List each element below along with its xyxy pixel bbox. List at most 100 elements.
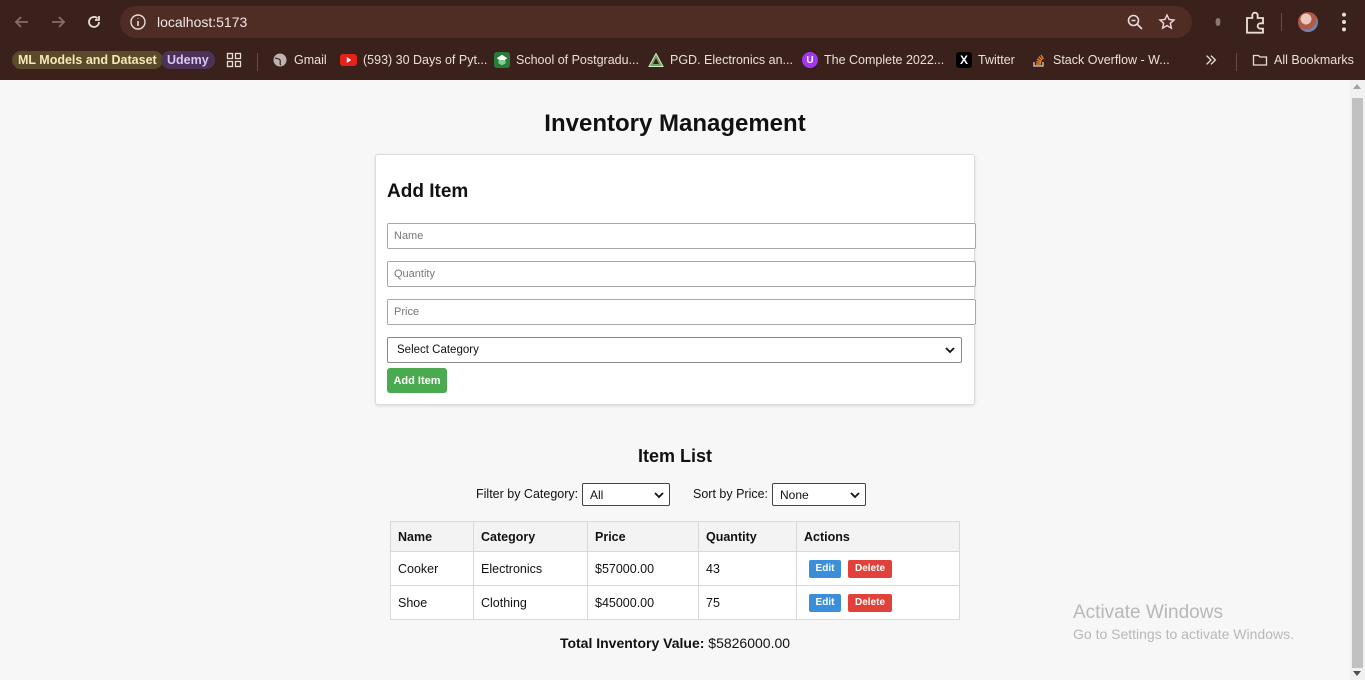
- browser-menu-button[interactable]: [1332, 10, 1356, 34]
- delete-button[interactable]: Delete: [848, 559, 892, 578]
- column-header-actions: Actions: [796, 521, 960, 552]
- price-input[interactable]: [387, 299, 976, 325]
- back-button[interactable]: [10, 10, 34, 34]
- arrow-left-icon: [14, 16, 28, 28]
- delete-button[interactable]: Delete: [848, 593, 892, 612]
- bookmark-school[interactable]: School of Postgradu...: [494, 49, 639, 71]
- cell-name: Shoe: [390, 585, 474, 620]
- bookmark-complete-2022[interactable]: U The Complete 2022...: [802, 49, 944, 71]
- cell-actions: Edit Delete: [796, 585, 960, 620]
- bookmark-label: ML Models and Dataset: [12, 51, 163, 69]
- profile-avatar[interactable]: [1298, 12, 1318, 32]
- edit-button[interactable]: Edit: [809, 593, 841, 612]
- cell-name: Cooker: [390, 551, 474, 586]
- site-info-icon[interactable]: [129, 13, 147, 31]
- column-header-name: Name: [390, 521, 474, 552]
- bookmark-pgd[interactable]: PGD. Electronics an...: [648, 49, 793, 71]
- folder-icon: [1252, 54, 1268, 66]
- activate-windows-watermark: Activate Windows Go to Settings to activ…: [1073, 602, 1294, 642]
- extension-button[interactable]: [1206, 10, 1230, 34]
- sort-price-select[interactable]: None: [772, 483, 866, 506]
- add-item-button[interactable]: Add Item: [387, 368, 447, 393]
- scroll-up-arrow-icon[interactable]: [1353, 84, 1361, 89]
- bookmark-youtube[interactable]: (593) 30 Days of Pyt...: [340, 49, 487, 71]
- table-header-row: Name Category Price Quantity Actions: [390, 521, 960, 552]
- scrollbar-thumb[interactable]: [1352, 98, 1363, 668]
- apps-grid-icon: [226, 52, 242, 68]
- bookmark-label: PGD. Electronics an...: [670, 53, 793, 67]
- more-bookmarks-button[interactable]: [1204, 49, 1218, 71]
- bookmark-star-icon[interactable]: [1158, 13, 1176, 31]
- udemy-icon: U: [802, 52, 818, 68]
- triangle-icon: [648, 52, 664, 67]
- sort-price-value: None: [780, 487, 809, 502]
- cell-quantity: 75: [698, 585, 797, 620]
- address-bar[interactable]: localhost:5173: [120, 6, 1192, 38]
- watermark-subtitle: Go to Settings to activate Windows.: [1073, 626, 1294, 642]
- all-bookmarks-label: All Bookmarks: [1274, 53, 1354, 67]
- extension-puzzle-small-icon: [1215, 18, 1221, 26]
- bookmark-gmail[interactable]: Gmail: [272, 49, 327, 71]
- bookmark-label: The Complete 2022...: [824, 53, 945, 67]
- sort-price-label: Sort by Price:: [693, 487, 769, 501]
- item-list-heading: Item List: [637, 446, 712, 466]
- bookmark-label: School of Postgradu...: [516, 53, 639, 67]
- add-item-card: Add Item Select Category Add Item: [375, 154, 976, 405]
- table-row: Cooker Electronics $57000.00 43 Edit Dele…: [390, 551, 960, 586]
- youtube-icon: [340, 54, 357, 66]
- cell-quantity: 43: [698, 551, 797, 586]
- watermark-title: Activate Windows: [1073, 602, 1223, 623]
- filter-category-value: All: [590, 487, 604, 502]
- page-title: Inventory Management: [544, 110, 806, 137]
- page-scrollbar[interactable]: [1350, 80, 1365, 680]
- quantity-input[interactable]: [387, 261, 976, 287]
- globe-icon: [273, 53, 287, 67]
- browser-chrome: localhost:5173 ML Models and Dataset Ude…: [0, 0, 1365, 80]
- double-chevron-right-icon: [1206, 55, 1217, 65]
- filter-category-select[interactable]: All: [582, 483, 670, 506]
- extensions-menu-button[interactable]: [1243, 10, 1267, 34]
- bookmarks-bar: ML Models and Dataset Udemy Gmail (593) …: [0, 44, 1365, 74]
- bookmark-divider: [1236, 53, 1237, 71]
- bookmark-label: Stack Overflow - W...: [1053, 53, 1170, 67]
- bookmark-label: Gmail: [294, 53, 327, 67]
- more-vertical-icon: [1342, 12, 1346, 32]
- cell-price: $45000.00: [587, 585, 699, 620]
- school-icon: [494, 52, 510, 68]
- puzzle-icon: [1246, 11, 1264, 34]
- bookmark-label: (593) 30 Days of Pyt...: [363, 53, 488, 67]
- toolbar-divider: [1281, 13, 1282, 31]
- bookmark-twitter[interactable]: X Twitter: [956, 49, 1015, 71]
- browser-toolbar: localhost:5173: [0, 0, 1365, 44]
- all-bookmarks-button[interactable]: All Bookmarks: [1252, 49, 1354, 71]
- url-text[interactable]: localhost:5173: [157, 14, 247, 30]
- reload-icon: [88, 16, 100, 28]
- add-item-heading: Add Item: [387, 181, 469, 202]
- stackoverflow-icon: [1033, 54, 1045, 67]
- bookmark-ml-models[interactable]: ML Models and Dataset: [12, 49, 163, 71]
- bookmark-label: Udemy: [161, 51, 215, 69]
- total-inventory-value: $5826000.00: [708, 635, 791, 651]
- forward-button[interactable]: [46, 10, 70, 34]
- total-inventory-label: Total Inventory Value:: [559, 635, 705, 651]
- cell-category: Electronics: [473, 551, 588, 586]
- table-row: Shoe Clothing $45000.00 75 Edit Delete: [390, 585, 960, 620]
- column-header-quantity: Quantity: [698, 521, 797, 552]
- bookmark-stackoverflow[interactable]: Stack Overflow - W...: [1031, 49, 1170, 71]
- bookmark-divider: [257, 53, 258, 71]
- cell-category: Clothing: [473, 585, 588, 620]
- category-select-value: Select Category: [397, 344, 479, 356]
- bookmark-udemy[interactable]: Udemy: [161, 49, 215, 71]
- name-input[interactable]: [387, 223, 976, 249]
- arrow-right-icon: [52, 16, 66, 28]
- column-header-category: Category: [473, 521, 588, 552]
- zoom-icon[interactable]: [1126, 13, 1144, 31]
- apps-button[interactable]: [226, 49, 242, 71]
- category-select[interactable]: Select Category: [387, 337, 962, 363]
- cell-actions: Edit Delete: [796, 551, 960, 586]
- scroll-down-arrow-icon[interactable]: [1353, 671, 1361, 676]
- edit-button[interactable]: Edit: [809, 559, 841, 578]
- filter-category-label: Filter by Category:: [476, 487, 579, 501]
- reload-button[interactable]: [82, 10, 106, 34]
- bookmark-label: Twitter: [978, 53, 1015, 67]
